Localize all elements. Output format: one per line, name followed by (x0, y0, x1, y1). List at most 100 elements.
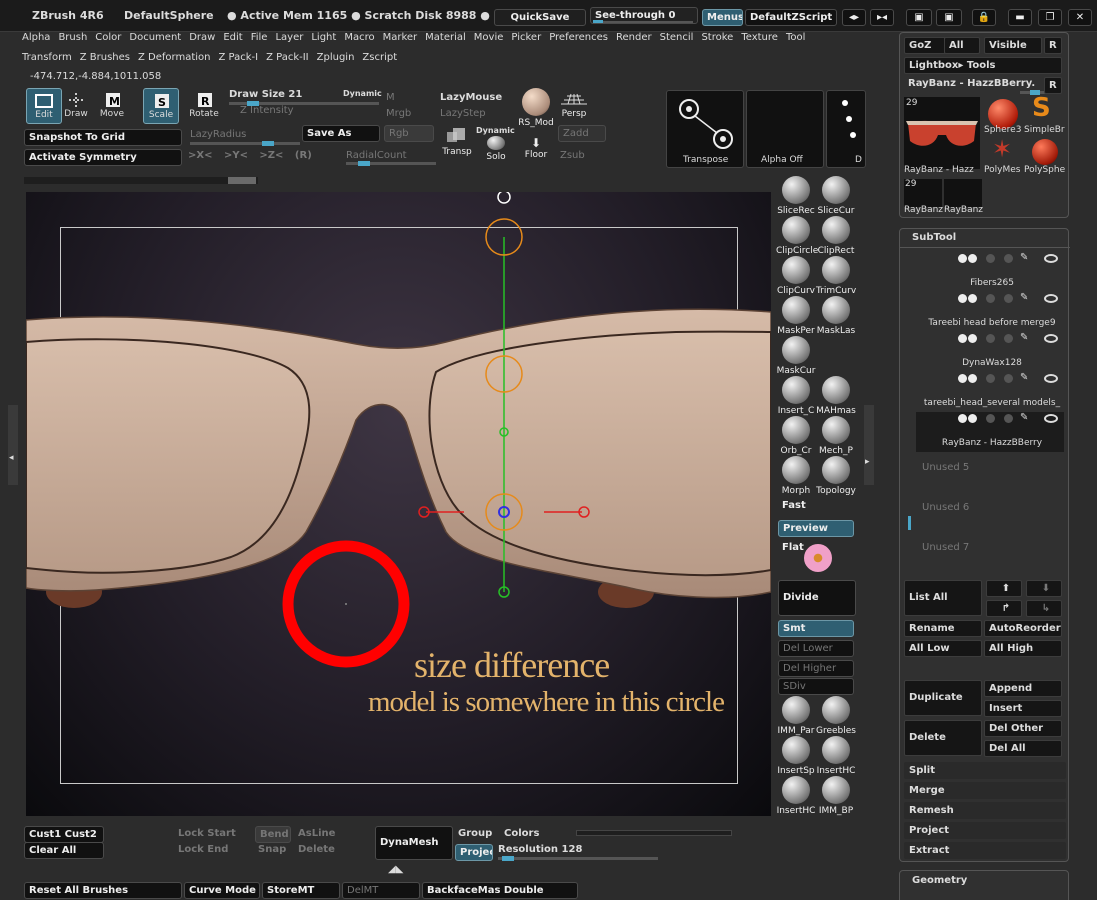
bottom-slider[interactable] (576, 830, 732, 836)
window-b-icon[interactable]: ▣ (936, 9, 962, 26)
zadd-button[interactable]: Zadd (558, 125, 606, 142)
subtool-toggle-b[interactable] (968, 374, 977, 383)
subtool-toggle-a[interactable] (958, 254, 967, 263)
all-high-button[interactable]: All High (984, 640, 1062, 657)
menu-movie[interactable]: Movie (474, 32, 504, 43)
shelf-slicecur[interactable]: SliceCur (816, 176, 856, 216)
shelf-cliprect[interactable]: ClipRect (816, 216, 856, 256)
bend-button[interactable]: Bend (255, 826, 291, 843)
dynamesh-button[interactable]: DynaMesh (375, 826, 453, 860)
delete-button[interactable]: Delete (904, 720, 982, 756)
eye-icon[interactable] (1044, 254, 1058, 263)
floor-button[interactable]: ⬇ Floor (516, 136, 556, 160)
dellower-button[interactable]: Del Lower (778, 640, 854, 657)
menu-material[interactable]: Material (425, 32, 466, 43)
menu-z-brushes[interactable]: Z Brushes (80, 52, 130, 63)
brush-icon[interactable]: ✎ (1020, 372, 1028, 383)
auto-reorder-button[interactable]: AutoReorder (984, 620, 1062, 637)
fast-button[interactable]: Fast (778, 498, 854, 515)
snapshot-to-grid-button[interactable]: Snapshot To Grid (24, 129, 182, 146)
del-other-button[interactable]: Del Other (984, 720, 1062, 737)
rgb-button[interactable]: Rgb (384, 125, 434, 142)
polymesh-thumb-icon[interactable]: ✶ (992, 135, 1012, 163)
shelf-topology[interactable]: Topology (816, 456, 856, 496)
shelf-clipcurv[interactable]: ClipCurv (776, 256, 816, 296)
lock-end-button[interactable]: Lock End (178, 844, 228, 855)
subtool-toggle-c[interactable] (986, 254, 995, 263)
remesh-section[interactable]: Remesh (904, 802, 1066, 819)
extract-section[interactable]: Extract (904, 842, 1066, 859)
radial-count-slider[interactable] (346, 161, 436, 166)
goz-r-button[interactable]: R (1044, 37, 1062, 54)
move-bottom-icon[interactable]: ↳ (1026, 600, 1062, 617)
subtool-toggle-b[interactable] (968, 254, 977, 263)
clear-all-button[interactable]: Clear All (24, 842, 104, 859)
snap-button[interactable]: Snap (258, 844, 286, 855)
menus-button[interactable]: Menus (702, 9, 743, 26)
save-as-button[interactable]: Save As (302, 125, 380, 142)
lazymouse-button[interactable]: LazyMouse (440, 92, 502, 103)
brush-icon[interactable]: ✎ (1020, 252, 1028, 263)
shelf-mech-p[interactable]: Mech_P (816, 416, 856, 456)
curve-delete-button[interactable]: Delete (298, 844, 335, 855)
menu-zscript[interactable]: Zscript (362, 52, 397, 63)
close-icon[interactable]: ✕ (1068, 9, 1092, 26)
menu-layer[interactable]: Layer (275, 32, 303, 43)
custom-ui-buttons[interactable]: Cust1 Cust2 (24, 826, 104, 843)
alpha-tile[interactable]: Alpha Off (746, 90, 824, 168)
tool-r-button[interactable]: R (1044, 77, 1062, 94)
subtool-toggle-a[interactable] (958, 374, 967, 383)
shelf-mahmas[interactable]: MAHmas (816, 376, 856, 416)
shelf-imm-bp[interactable]: IMM_BP (816, 776, 856, 816)
duplicate-button[interactable]: Duplicate (904, 680, 982, 716)
subtool-toggle-b[interactable] (968, 294, 977, 303)
move-mode-button[interactable]: M Move (94, 88, 130, 124)
move-up-icon[interactable]: ⬆ (986, 580, 1022, 597)
shelf-clipcircle[interactable]: ClipCircle (776, 216, 818, 256)
subtool-toggle-d[interactable] (1004, 414, 1013, 423)
subtool-item[interactable]: ✎ Tareebi head before merge9 (916, 292, 1064, 332)
brush-icon[interactable]: ✎ (1020, 332, 1028, 343)
subtool-item[interactable]: ✎ Fibers265 (916, 252, 1064, 292)
subtool-toggle-d[interactable] (1004, 254, 1013, 263)
goz-button[interactable]: GoZ (904, 37, 946, 54)
menu-color[interactable]: Color (95, 32, 121, 43)
raybanz-thumb-b[interactable] (944, 179, 982, 207)
rotate-mode-button[interactable]: R Rotate (186, 88, 222, 124)
move-down-icon[interactable]: ⬇ (1026, 580, 1062, 597)
subtool-toggle-c[interactable] (986, 294, 995, 303)
menu-alpha[interactable]: Alpha (22, 32, 50, 43)
shelf-insertsp[interactable]: InsertSp (776, 736, 816, 776)
brush-icon[interactable]: ✎ (1020, 412, 1028, 423)
eye-icon[interactable] (1044, 414, 1058, 423)
menu-light[interactable]: Light (311, 32, 336, 43)
shelf-trimcurv[interactable]: TrimCurv (816, 256, 856, 296)
lock-start-button[interactable]: Lock Start (178, 828, 236, 839)
shelf-inserthc[interactable]: InsertHC (816, 736, 856, 776)
menu-preferences[interactable]: Preferences (549, 32, 608, 43)
shelf-slicerec[interactable]: SliceRec (776, 176, 816, 216)
subtool-toggle-d[interactable] (1004, 374, 1013, 383)
maximize-icon[interactable]: ❐ (1038, 9, 1062, 26)
subtool-toggle-a[interactable] (958, 414, 967, 423)
append-button[interactable]: Append (984, 680, 1062, 697)
lightbox-tools-button[interactable]: Lightbox▸ Tools (904, 57, 1062, 74)
subtool-item[interactable]: ✎ DynaWax128 (916, 332, 1064, 372)
subtool-toggle-c[interactable] (986, 414, 995, 423)
zsub-button[interactable]: Zsub (560, 150, 585, 161)
subtool-toggle-a[interactable] (958, 334, 967, 343)
subtool-toggle-d[interactable] (1004, 294, 1013, 303)
del-all-button[interactable]: Del All (984, 740, 1062, 757)
menu-picker[interactable]: Picker (511, 32, 541, 43)
shelf-orb-cr[interactable]: Orb_Cr (776, 416, 816, 456)
right-tray-handle[interactable]: ▸ (864, 405, 874, 485)
shelf-inserthc[interactable]: InsertHC (776, 776, 816, 816)
menu-transform[interactable]: Transform (22, 52, 72, 63)
shelf-morph[interactable]: Morph (776, 456, 816, 496)
reset-all-brushes-button[interactable]: Reset All Brushes (24, 882, 182, 899)
eye-icon[interactable] (1044, 374, 1058, 383)
polysphere-thumb[interactable] (1032, 139, 1058, 165)
layout-prev-icon[interactable]: ◂▸ (842, 9, 866, 26)
subtool-toggle-a[interactable] (958, 294, 967, 303)
subtool-toggle-b[interactable] (968, 334, 977, 343)
